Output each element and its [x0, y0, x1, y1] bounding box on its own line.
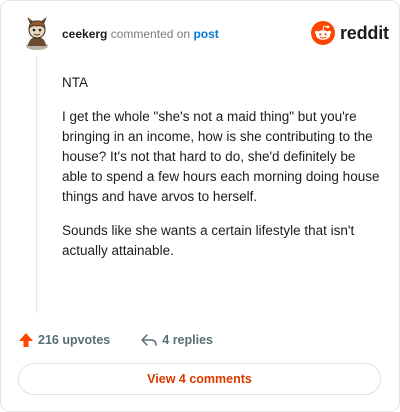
reply-count: 4 replies	[162, 333, 213, 347]
reddit-logo-icon	[311, 21, 335, 45]
comment-card: ceekerg commented on post reddit NTA I g…	[0, 0, 400, 412]
view-comments-button[interactable]: View 4 comments	[18, 363, 381, 395]
upvote-button[interactable]: 216 upvotes	[18, 332, 110, 348]
comment-action-text: commented on	[110, 27, 191, 41]
username-link[interactable]: ceekerg	[62, 27, 107, 41]
comment-body: NTA I get the whole "she's not a maid th…	[62, 73, 380, 275]
thread-line[interactable]	[36, 56, 37, 313]
reply-arrow-icon	[141, 334, 158, 346]
avatar[interactable]	[21, 16, 53, 50]
comment-paragraph: I get the whole "she's not a maid thing"…	[62, 109, 380, 204]
upvote-arrow-icon	[19, 333, 33, 347]
comment-paragraph: NTA	[62, 75, 88, 90]
upvote-count: 216 upvotes	[38, 333, 111, 347]
replies-button[interactable]: 4 replies	[140, 332, 213, 348]
comment-actions: 216 upvotes 4 replies	[18, 330, 213, 350]
reddit-logo[interactable]: reddit	[311, 21, 389, 45]
comment-paragraph: Sounds like she wants a certain lifestyl…	[62, 223, 355, 258]
comment-meta: ceekerg commented on post	[62, 27, 219, 41]
reddit-wordmark: reddit	[340, 22, 389, 43]
avatar-icon	[26, 17, 48, 50]
post-link[interactable]: post	[193, 27, 218, 41]
